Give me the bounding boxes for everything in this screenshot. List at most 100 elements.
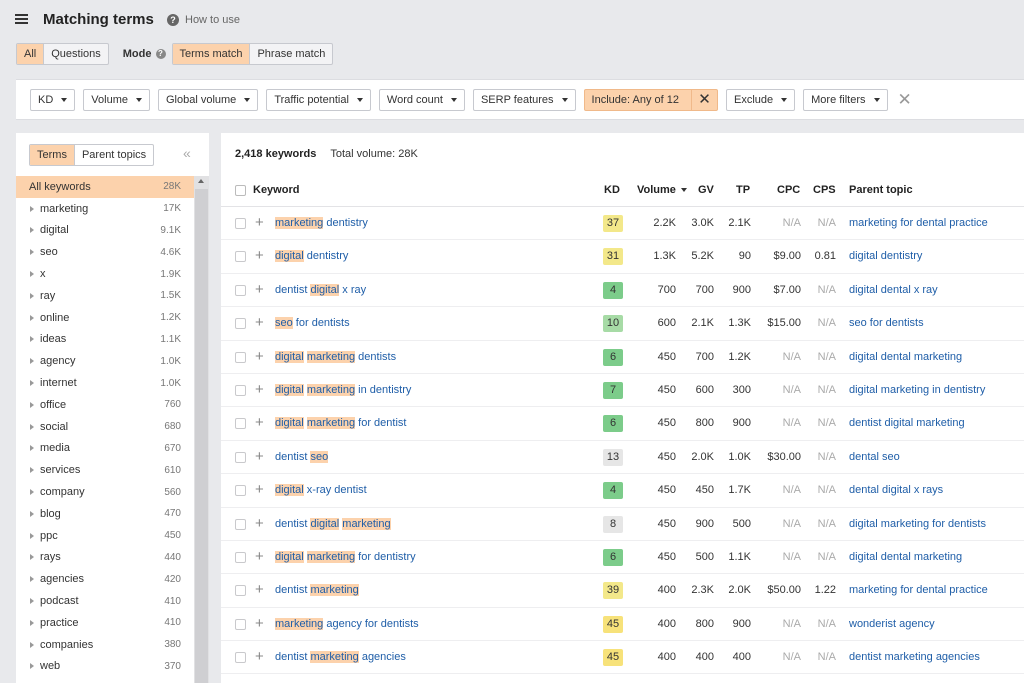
row-checkbox[interactable] bbox=[235, 218, 246, 229]
parent-topic-link[interactable]: digital dental marketing bbox=[849, 351, 962, 363]
col-cps[interactable]: CPS bbox=[813, 184, 836, 196]
menu-icon[interactable] bbox=[15, 14, 28, 26]
parent-topic-link[interactable]: digital dental x ray bbox=[849, 284, 938, 296]
sidebar-item[interactable]: agencies 420 bbox=[16, 568, 209, 590]
tab-all[interactable]: All bbox=[17, 44, 45, 64]
expand-arrow-icon[interactable] bbox=[30, 576, 34, 583]
exclude-filter[interactable]: Exclude bbox=[725, 88, 796, 111]
sidebar-item[interactable]: social 680 bbox=[16, 416, 209, 438]
expand-arrow-icon[interactable] bbox=[30, 510, 34, 517]
parent-topic-link[interactable]: digital dentistry bbox=[849, 250, 922, 262]
keyword-link[interactable]: digital dentistry bbox=[275, 250, 348, 263]
expand-arrow-icon[interactable] bbox=[30, 205, 34, 212]
sidebar-item[interactable]: internet 1.0K bbox=[16, 372, 209, 394]
parent-topic-link[interactable]: marketing for dental practice bbox=[849, 584, 988, 596]
parent-topic-link[interactable]: seo for dentists bbox=[849, 317, 924, 329]
expand-arrow-icon[interactable] bbox=[30, 598, 34, 605]
expand-arrow-icon[interactable] bbox=[30, 467, 34, 474]
parent-topic-link[interactable]: digital marketing in dentistry bbox=[849, 384, 985, 396]
sidebar-item[interactable]: digital 9.1K bbox=[16, 220, 209, 242]
row-checkbox[interactable] bbox=[235, 351, 246, 363]
sidebar-item[interactable]: ray 1.5K bbox=[16, 285, 209, 307]
expand-arrow-icon[interactable] bbox=[30, 336, 34, 343]
phrase-match-button[interactable]: Phrase match bbox=[250, 44, 332, 64]
row-checkbox[interactable] bbox=[235, 585, 246, 597]
tab-terms[interactable]: Terms bbox=[30, 145, 75, 165]
sidebar-item[interactable]: media 670 bbox=[16, 438, 209, 460]
sidebar-item[interactable]: online 1.2K bbox=[16, 307, 209, 329]
sidebar-item[interactable]: seo 4.6K bbox=[16, 241, 209, 263]
row-checkbox[interactable] bbox=[235, 251, 246, 263]
parent-topic-link[interactable]: dentist marketing agencies bbox=[849, 651, 980, 663]
add-to-list-icon[interactable]: + bbox=[255, 215, 264, 230]
expand-arrow-icon[interactable] bbox=[30, 663, 34, 670]
row-checkbox[interactable] bbox=[235, 551, 246, 563]
row-checkbox[interactable] bbox=[235, 652, 246, 664]
keyword-link[interactable]: dentist seo bbox=[275, 450, 329, 463]
row-checkbox[interactable] bbox=[235, 284, 246, 296]
add-to-list-icon[interactable]: + bbox=[255, 349, 264, 364]
expand-arrow-icon[interactable] bbox=[30, 227, 34, 234]
sidebar-item[interactable]: web 370 bbox=[16, 656, 209, 678]
sidebar-item[interactable]: ppc 450 bbox=[16, 525, 209, 547]
row-checkbox[interactable] bbox=[235, 518, 246, 530]
col-tp[interactable]: TP bbox=[736, 184, 750, 196]
expand-arrow-icon[interactable] bbox=[30, 532, 34, 539]
add-to-list-icon[interactable]: + bbox=[255, 315, 264, 330]
add-to-list-icon[interactable]: + bbox=[255, 248, 264, 263]
row-checkbox[interactable] bbox=[235, 485, 246, 497]
tab-parent-topics[interactable]: Parent topics bbox=[75, 145, 153, 165]
add-to-list-icon[interactable]: + bbox=[255, 516, 264, 531]
add-to-list-icon[interactable]: + bbox=[255, 482, 264, 497]
add-to-list-icon[interactable]: + bbox=[255, 616, 264, 631]
sidebar-item[interactable]: practice 410 bbox=[16, 612, 209, 634]
expand-arrow-icon[interactable] bbox=[30, 445, 34, 452]
terms-match-button[interactable]: Terms match bbox=[172, 44, 251, 64]
keyword-link[interactable]: digital x-ray dentist bbox=[275, 484, 367, 497]
expand-arrow-icon[interactable] bbox=[30, 314, 34, 321]
sidebar-item[interactable]: podcast 410 bbox=[16, 590, 209, 612]
keyword-link[interactable]: dentist marketing agencies bbox=[275, 651, 406, 664]
word-count-filter[interactable]: Word count bbox=[378, 88, 465, 111]
sidebar-item[interactable]: ideas 1.1K bbox=[16, 329, 209, 351]
sidebar-item[interactable]: agency 1.0K bbox=[16, 350, 209, 372]
parent-topic-link[interactable]: digital marketing for dentists bbox=[849, 518, 986, 530]
scrollbar-thumb[interactable] bbox=[195, 189, 208, 683]
col-volume[interactable]: Volume bbox=[637, 184, 687, 196]
row-checkbox[interactable] bbox=[235, 384, 246, 396]
keyword-link[interactable]: dentist digital marketing bbox=[275, 517, 391, 530]
expand-arrow-icon[interactable] bbox=[30, 401, 34, 408]
keyword-link[interactable]: digital marketing for dentistry bbox=[275, 550, 416, 563]
include-filter[interactable]: Include: Any of 12 ✕ bbox=[583, 88, 718, 111]
expand-arrow-icon[interactable] bbox=[30, 292, 34, 299]
expand-arrow-icon[interactable] bbox=[30, 423, 34, 430]
sidebar-item[interactable]: blog 470 bbox=[16, 503, 209, 525]
sidebar-item[interactable]: rays 440 bbox=[16, 547, 209, 569]
expand-arrow-icon[interactable] bbox=[30, 619, 34, 626]
keyword-link[interactable]: digital marketing for dentist bbox=[275, 417, 406, 430]
expand-arrow-icon[interactable] bbox=[30, 380, 34, 387]
collapse-sidebar-icon[interactable]: « bbox=[183, 145, 191, 161]
sidebar-item[interactable]: x 1.9K bbox=[16, 263, 209, 285]
col-gv[interactable]: GV bbox=[698, 184, 714, 196]
keyword-link[interactable]: seo for dentists bbox=[275, 317, 350, 330]
sidebar-item-all-keywords[interactable]: All keywords 28K bbox=[16, 176, 209, 198]
scroll-up-icon[interactable] bbox=[198, 179, 204, 183]
col-keyword[interactable]: Keyword bbox=[253, 184, 299, 196]
clear-filters-icon[interactable]: ✕ bbox=[898, 90, 912, 110]
add-to-list-icon[interactable]: + bbox=[255, 282, 264, 297]
select-all-checkbox[interactable] bbox=[235, 185, 246, 196]
parent-topic-link[interactable]: dental digital x rays bbox=[849, 484, 943, 496]
serp-features-filter[interactable]: SERP features bbox=[472, 88, 576, 111]
keyword-link[interactable]: dentist digital x ray bbox=[275, 283, 366, 296]
sidebar-item[interactable]: marketing 17K bbox=[16, 198, 209, 220]
parent-topic-link[interactable]: marketing for dental practice bbox=[849, 217, 988, 229]
row-checkbox[interactable] bbox=[235, 418, 246, 430]
scrollbar[interactable] bbox=[194, 176, 209, 683]
parent-topic-link[interactable]: dentist digital marketing bbox=[849, 417, 965, 429]
row-checkbox[interactable] bbox=[235, 451, 246, 463]
sidebar-item[interactable]: company 560 bbox=[16, 481, 209, 503]
how-to-use-link[interactable]: ? How to use bbox=[167, 14, 240, 26]
col-parent-topic[interactable]: Parent topic bbox=[849, 184, 913, 196]
mode-help-icon[interactable]: ? bbox=[155, 49, 166, 59]
